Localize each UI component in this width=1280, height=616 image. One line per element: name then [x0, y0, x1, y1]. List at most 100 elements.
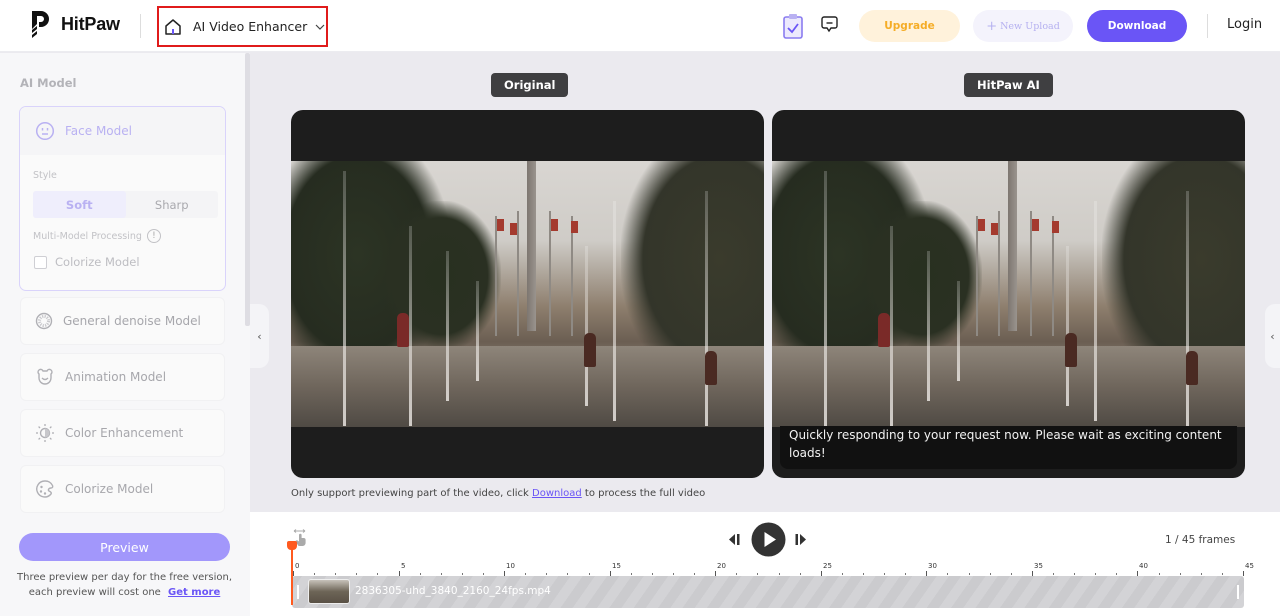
header-divider	[140, 14, 141, 38]
palette-icon	[36, 480, 54, 498]
preview-quota-note: Three preview per day for the free versi…	[12, 570, 237, 600]
get-more-link[interactable]: Get more	[168, 587, 220, 598]
model-card-colorize[interactable]: Colorize Model	[20, 465, 225, 513]
original-video-panel	[291, 110, 764, 478]
clip-file-name: 2836305-uhd_3840_2160_24fps.mp4	[355, 585, 551, 597]
upgrade-button[interactable]: Upgrade	[859, 10, 960, 42]
previous-frame-icon[interactable]	[727, 532, 742, 547]
chevron-left-icon: ‹	[1270, 329, 1275, 343]
video-clip-track[interactable]: 2836305-uhd_3840_2160_24fps.mp4	[292, 576, 1244, 608]
ruler-minor-tick	[1180, 573, 1181, 575]
colorize-checkbox-label: Colorize Model	[55, 255, 140, 269]
enhanced-video-frame	[772, 161, 1245, 427]
bear-icon	[37, 368, 53, 385]
style-label: Style	[33, 170, 57, 181]
hint-text: to process the full video	[581, 488, 706, 499]
ruler-label: 40	[1139, 562, 1148, 570]
ruler-minor-tick	[546, 573, 547, 575]
playhead[interactable]	[291, 543, 293, 605]
hitpaw-logo-icon	[32, 11, 49, 38]
face-model-header[interactable]: Face Model	[20, 107, 225, 155]
new-upload-button[interactable]: + New Upload	[973, 10, 1073, 42]
model-card-color-enhancement[interactable]: Color Enhancement	[20, 409, 225, 457]
hitpaw-ai-label: HitPaw AI	[964, 73, 1053, 97]
ruler-minor-tick	[990, 573, 991, 575]
frame-counter: 1 / 45 frames	[1165, 534, 1236, 546]
ruler-minor-tick	[1116, 573, 1117, 575]
hitpaw-ai-video-panel: Quickly responding to your request now. …	[772, 110, 1245, 478]
colorize-option[interactable]: Colorize Model	[34, 255, 140, 269]
ruler-minor-tick	[1095, 573, 1096, 575]
ruler-label: 20	[717, 562, 726, 570]
ruler-minor-tick	[631, 573, 632, 575]
ruler-minor-tick	[947, 573, 948, 575]
model-label: Colorize Model	[65, 482, 154, 496]
ruler-minor-tick	[525, 573, 526, 575]
chevron-left-icon: ‹	[257, 329, 262, 343]
ruler-minor-tick	[483, 573, 484, 575]
sidebar-scrollbar[interactable]	[245, 53, 250, 326]
preview-button[interactable]: Preview	[19, 533, 230, 561]
model-card-general-denoise[interactable]: General denoise Model	[20, 297, 225, 345]
expand-right-panel-handle[interactable]: ‹	[1265, 304, 1280, 368]
play-button[interactable]	[751, 522, 786, 557]
task-list-icon[interactable]	[782, 12, 804, 40]
download-button[interactable]: Download	[1087, 10, 1187, 42]
ruler-label: 35	[1034, 562, 1043, 570]
ruler-minor-tick	[420, 573, 421, 575]
info-icon[interactable]: !	[146, 229, 161, 243]
model-card-animation[interactable]: Animation Model	[20, 353, 225, 401]
ruler-minor-tick	[335, 573, 336, 575]
clip-thumbnail	[308, 579, 350, 604]
ruler-minor-tick	[377, 573, 378, 575]
ruler-minor-tick	[1011, 573, 1012, 575]
tool-selector-dropdown[interactable]: AI Video Enhancer	[157, 6, 328, 47]
ruler-minor-tick	[842, 573, 843, 575]
tool-selector-label: AI Video Enhancer	[193, 19, 308, 34]
ruler-label: 10	[506, 562, 515, 570]
ruler-minor-tick	[356, 573, 357, 575]
ruler-minor-tick	[884, 573, 885, 575]
ruler-minor-tick	[652, 573, 653, 575]
ruler-label: 15	[612, 562, 621, 570]
hint-download-link[interactable]: Download	[532, 488, 582, 499]
ruler-label: 45	[1245, 562, 1254, 570]
model-label: Color Enhancement	[65, 426, 184, 440]
ruler-minor-tick	[969, 573, 970, 575]
ruler-minor-tick	[1074, 573, 1075, 575]
style-option-soft[interactable]: Soft	[33, 191, 126, 218]
colorize-checkbox[interactable]	[34, 255, 47, 269]
ruler-minor-tick	[1222, 573, 1223, 575]
header-divider	[1207, 14, 1208, 38]
ruler-minor-tick	[314, 573, 315, 575]
ai-model-title: AI Model	[20, 76, 77, 90]
collapse-sidebar-handle[interactable]: ‹	[250, 304, 269, 368]
face-model-card[interactable]: Face Model Style Soft Sharp Multi-Model …	[19, 106, 226, 291]
playhead-handle[interactable]	[287, 541, 297, 550]
ruler-minor-tick	[441, 573, 442, 575]
sun-icon	[36, 424, 54, 442]
timeline-ruler[interactable]: 0 5 10 15 20 25 30 35 40 45	[293, 560, 1254, 576]
next-frame-icon[interactable]	[793, 532, 808, 547]
trim-handle-start[interactable]	[297, 585, 299, 599]
ruler-minor-tick	[694, 573, 695, 575]
ruler-minor-tick	[462, 573, 463, 575]
ruler-minor-tick	[673, 573, 674, 575]
ruler-minor-tick	[1159, 573, 1160, 575]
ruler-minor-tick	[567, 573, 568, 575]
ruler-minor-tick	[1201, 573, 1202, 575]
multi-model-label: Multi-Model Processing	[33, 230, 142, 242]
ruler-minor-tick	[736, 573, 737, 575]
original-label: Original	[491, 73, 569, 97]
hitpaw-logo[interactable]: HitPaw	[29, 9, 120, 39]
model-label: Animation Model	[65, 370, 167, 384]
login-link[interactable]: Login	[1227, 17, 1262, 32]
ruler-label: 5	[401, 562, 406, 570]
face-icon	[35, 121, 55, 141]
face-model-label: Face Model	[65, 124, 132, 138]
style-option-sharp[interactable]: Sharp	[126, 191, 219, 218]
feedback-icon[interactable]	[821, 15, 838, 33]
ruler-minor-tick	[757, 573, 758, 575]
multi-model-processing: Multi-Model Processing !	[33, 229, 161, 243]
trim-handle-end[interactable]	[1237, 585, 1239, 599]
